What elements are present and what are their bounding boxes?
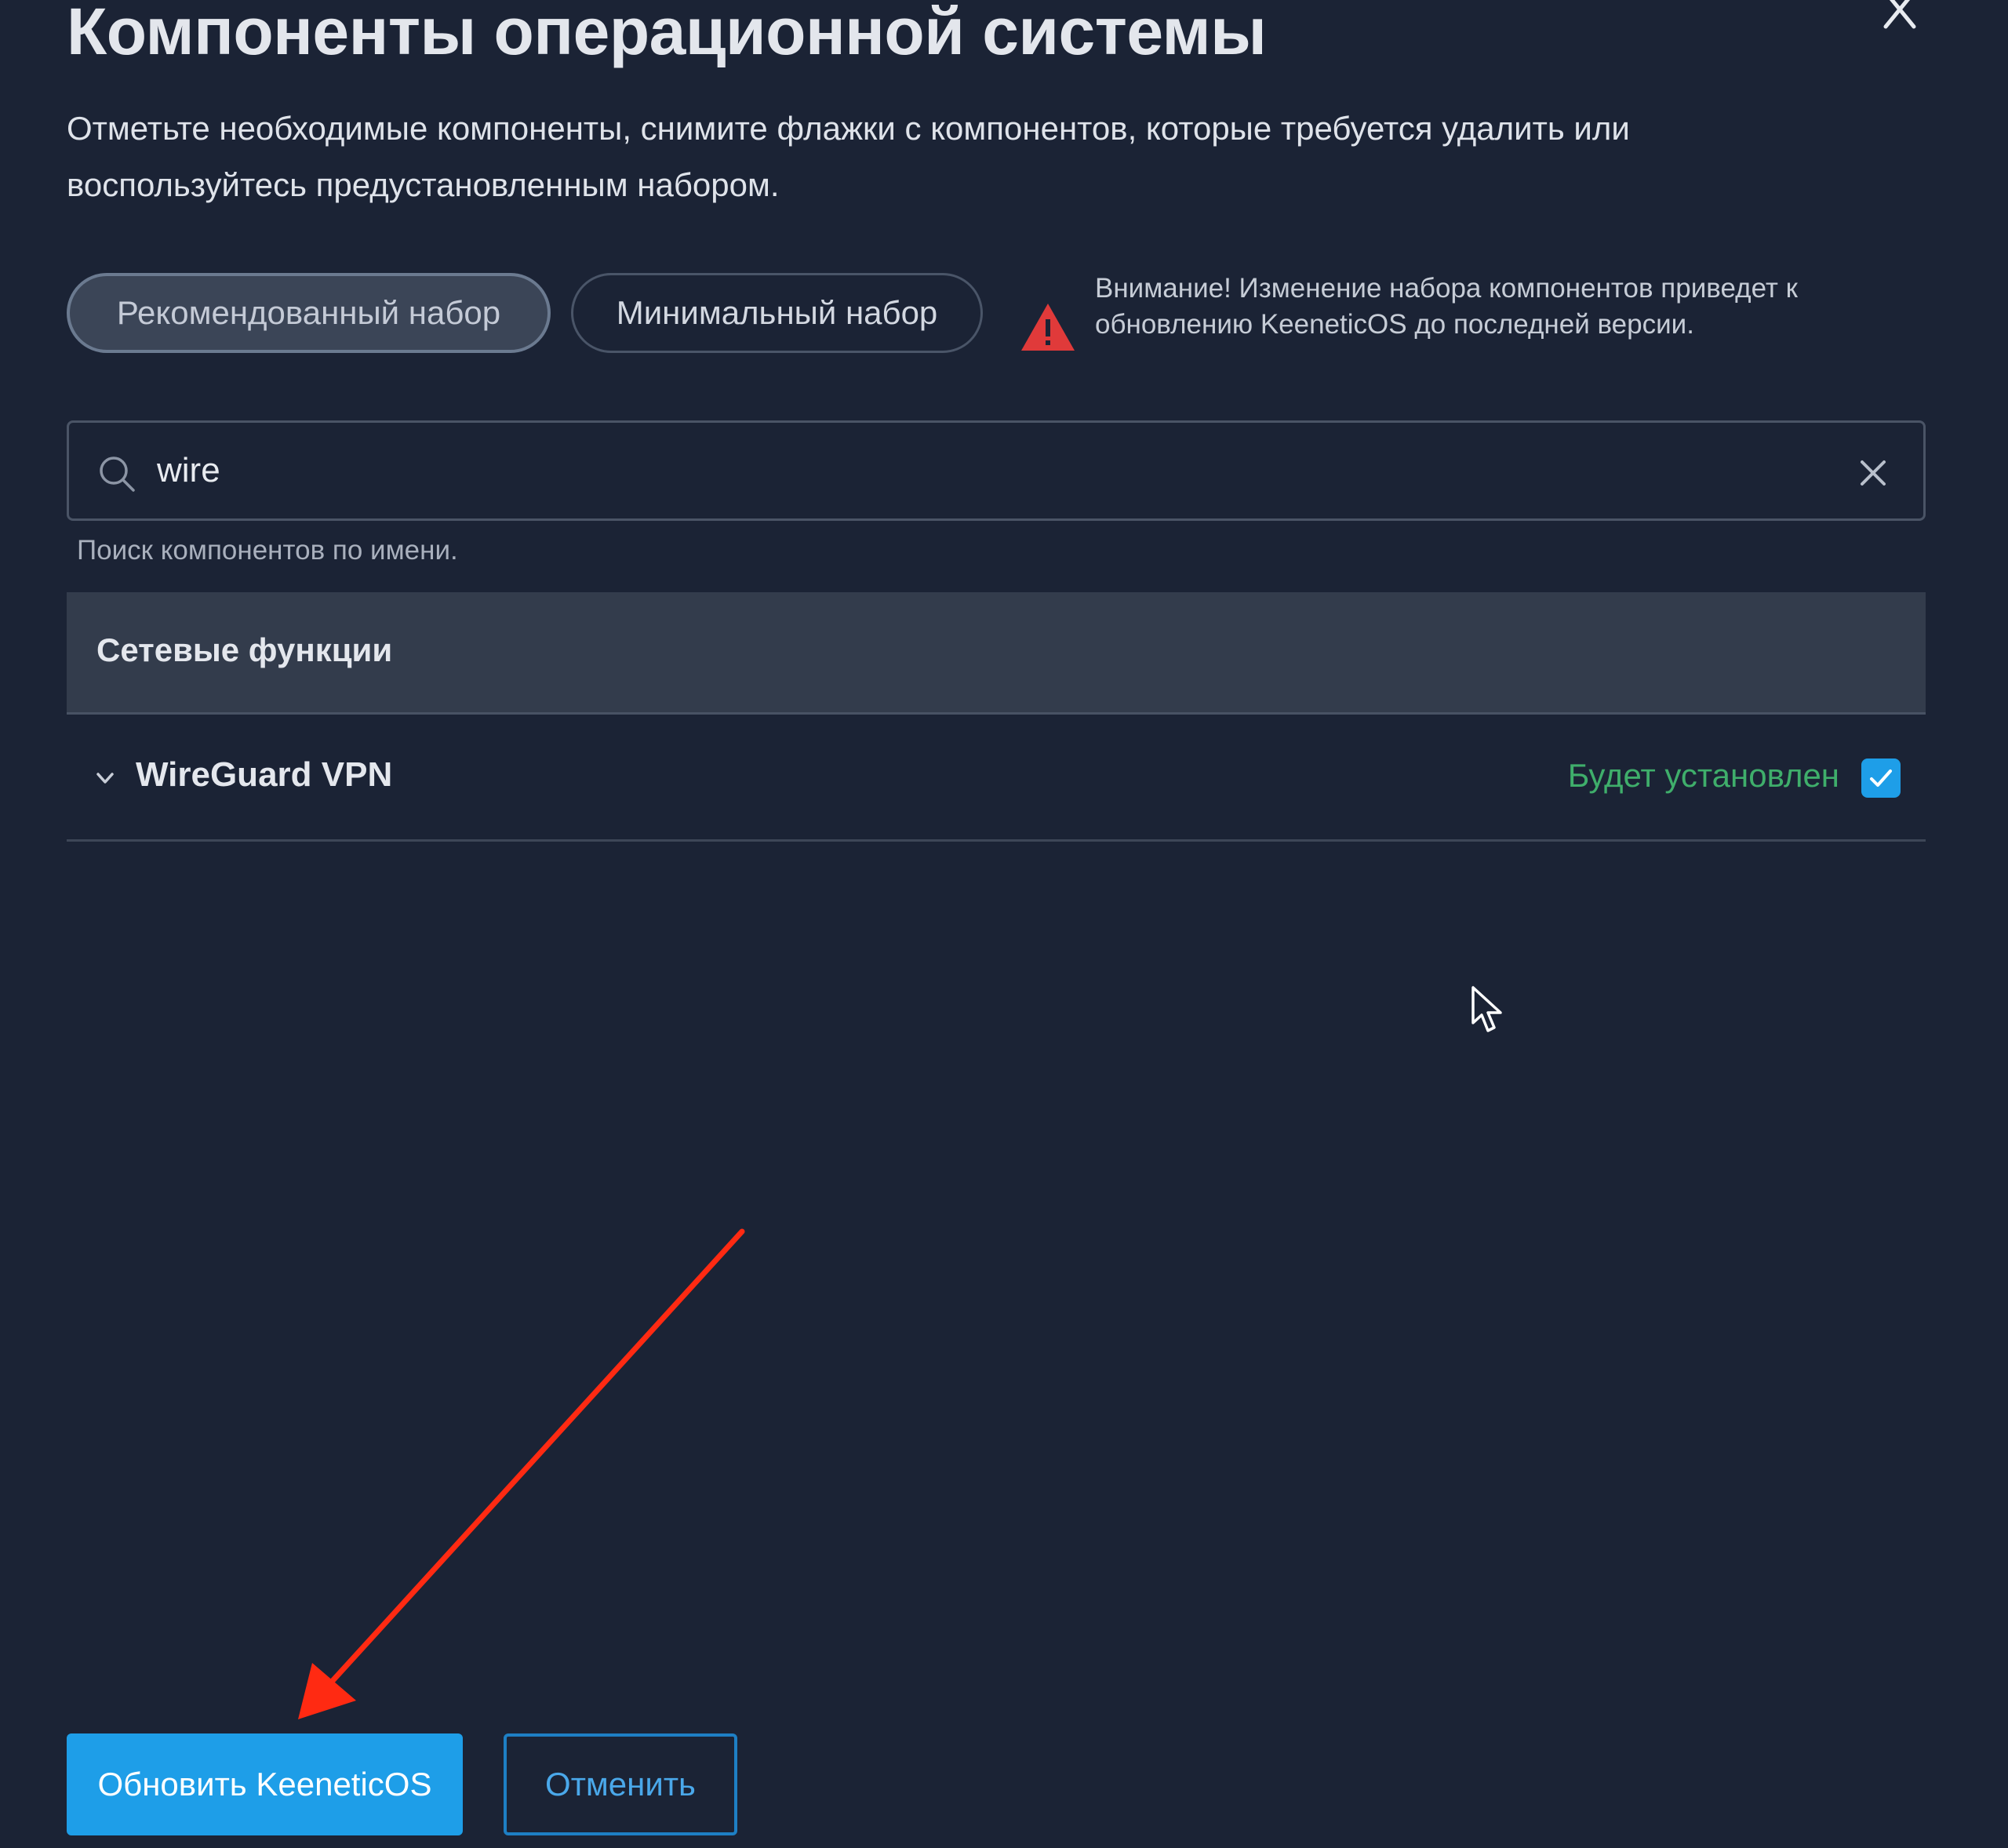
- chevron-down-icon[interactable]: [93, 766, 117, 790]
- dialog-title: Компоненты операционной системы: [67, 0, 1267, 68]
- close-button[interactable]: [1875, 0, 1926, 31]
- component-status: Будет установлен: [1567, 757, 1839, 794]
- search-icon: [100, 457, 135, 492]
- cancel-button[interactable]: Отменить: [504, 1733, 737, 1835]
- section-title: Сетевые функции: [96, 631, 393, 668]
- close-icon: [1883, 0, 1916, 29]
- warning-triangle-icon: [1021, 304, 1075, 351]
- component-checkbox[interactable]: [1861, 758, 1901, 798]
- component-row-wireguard[interactable]: WireGuard VPN Будет установлен: [67, 718, 1926, 842]
- search-input[interactable]: [157, 437, 1804, 504]
- warning-text: Внимание! Изменение набора компонентов п…: [1095, 273, 1798, 340]
- component-name: WireGuard VPN: [136, 755, 393, 794]
- clear-icon[interactable]: [1859, 459, 1887, 487]
- mouse-cursor-icon: [1471, 986, 1502, 1032]
- red-arrow-annotation: [298, 1228, 745, 1719]
- checkmark-icon: [1870, 769, 1892, 787]
- recommended-set-button[interactable]: Рекомендованный набор: [67, 273, 551, 353]
- components-dialog: Компоненты операционной системы Отметьте…: [0, 0, 2008, 1848]
- search-hint: Поиск компонентов по имени.: [77, 535, 458, 566]
- minimal-set-button[interactable]: Минимальный набор: [571, 273, 983, 353]
- dialog-description: Отметьте необходимые компоненты, снимите…: [67, 110, 1630, 203]
- section-header-network-functions: Сетевые функции: [67, 592, 1926, 715]
- update-keeneticos-button[interactable]: Обновить KeeneticOS: [67, 1733, 463, 1835]
- search-field[interactable]: [67, 420, 1926, 521]
- warning-notice: Внимание! Изменение набора компонентов п…: [1020, 271, 1798, 380]
